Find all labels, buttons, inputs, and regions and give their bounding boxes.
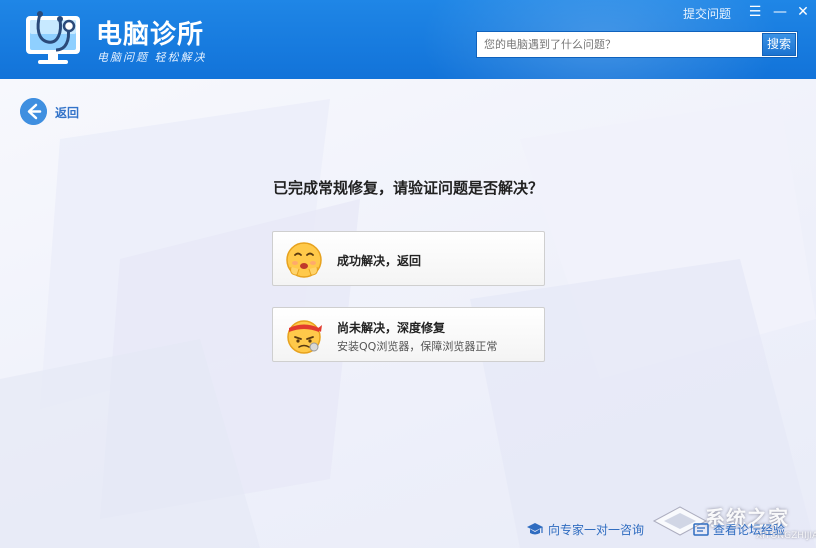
submit-problem-link[interactable]: 提交问题 [683, 5, 731, 22]
close-button[interactable]: ✕ [794, 3, 812, 21]
minimize-button[interactable]: — [771, 3, 789, 21]
main-content: 返回 已完成常规修复，请验证问题是否解决？ 成功解决，返回 尚未解决，深度修复 … [0, 79, 816, 548]
app-title: 电脑诊所 [96, 20, 205, 50]
verification-question: 已完成常规修复，请验证问题是否解决？ [272, 179, 543, 197]
deep-repair-button[interactable]: 尚未解决，深度修复 安装QQ浏览器，保障浏览器正常 [272, 307, 545, 362]
smiling-face-icon [286, 242, 322, 278]
search-input[interactable] [477, 32, 763, 57]
deep-repair-option-label: 尚未解决，深度修复 [337, 321, 446, 335]
deep-repair-option-description: 安装QQ浏览器，保障浏览器正常 [337, 340, 498, 353]
worried-face-icon [287, 320, 322, 354]
app-logo-icon [26, 11, 80, 64]
back-label: 返回 [55, 106, 80, 120]
graduation-cap-icon [527, 523, 543, 535]
solved-option-label: 成功解决，返回 [337, 254, 422, 268]
menu-icon[interactable]: ☰ [746, 3, 764, 21]
title-bar: 电脑诊所 电脑问题 轻松解决 提交问题 ☰ — ✕ 搜索 [0, 0, 816, 79]
search-button[interactable]: 搜索 [762, 33, 796, 56]
forum-icon [693, 523, 709, 536]
app-slogan: 电脑问题 轻松解决 [97, 51, 207, 64]
forum-experience-link[interactable]: 查看论坛经验 [713, 521, 785, 538]
back-arrow-icon [20, 98, 47, 125]
back-button[interactable]: 返回 [20, 98, 88, 126]
search-box: 搜索 [476, 31, 798, 58]
expert-consult-link[interactable]: 向专家一对一咨询 [548, 521, 644, 538]
solved-return-button[interactable]: 成功解决，返回 [272, 231, 545, 286]
